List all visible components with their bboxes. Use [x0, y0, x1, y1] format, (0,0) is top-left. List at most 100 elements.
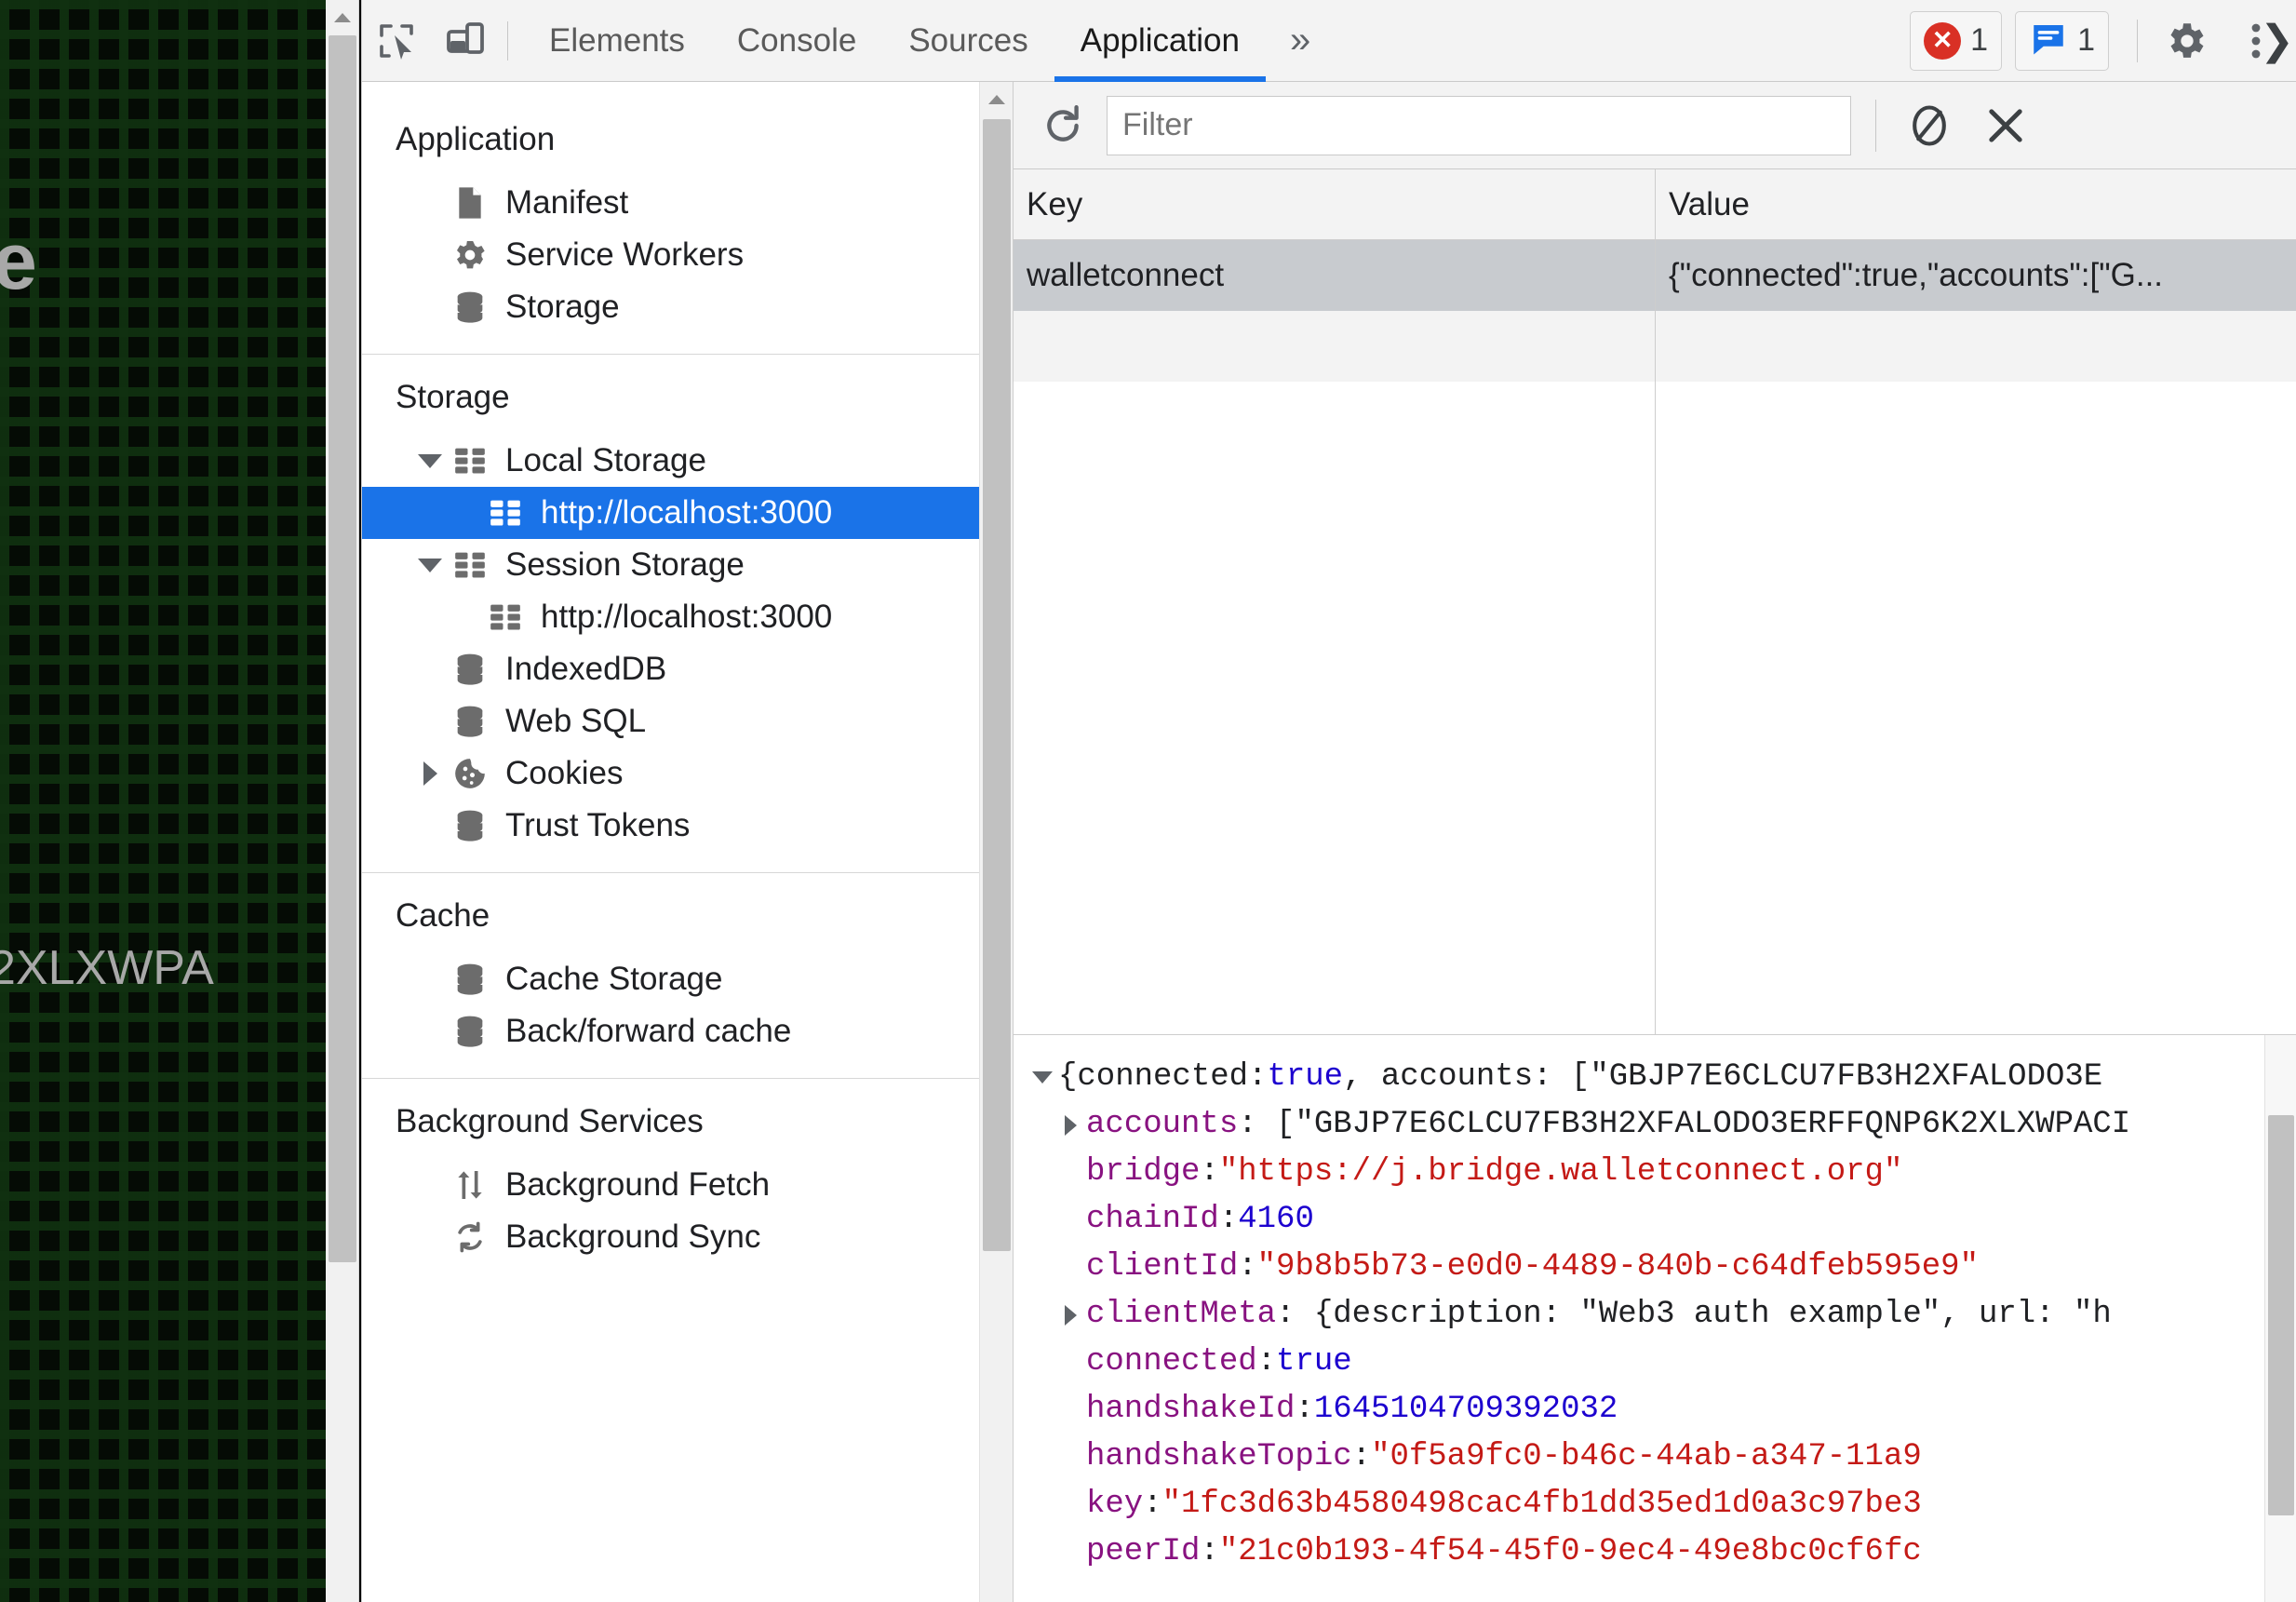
table-row-empty[interactable] [1014, 311, 2296, 382]
section-divider [362, 872, 979, 873]
sidebar-item-manifest[interactable]: Manifest [362, 177, 979, 229]
page-partial-address: 2XLXWPA [0, 941, 214, 995]
collapse-triangle-icon[interactable] [414, 454, 446, 468]
json-preview-line[interactable]: clientMeta: {description: "Web3 auth exa… [1027, 1291, 2296, 1339]
json-preview-line[interactable]: bridge: "https://j.bridge.walletconnect.… [1027, 1149, 2296, 1196]
tab-elements[interactable]: Elements [523, 0, 711, 82]
json-preview-line[interactable]: connected: true [1027, 1339, 2296, 1386]
json-preview-tree: {connected: true, accounts: ["GBJP7E6CLC… [1027, 1054, 2296, 1576]
cookie-icon [450, 753, 490, 794]
sidebar-item-session-storage[interactable]: Session Storage [362, 539, 979, 591]
json-property-name: handshakeId [1086, 1392, 1296, 1427]
table-cell-value[interactable]: {"connected":true,"accounts":["G... [1656, 240, 2296, 311]
sidebar-item-label: Storage [505, 289, 620, 325]
sidebar-item-service-workers[interactable]: Service Workers [362, 229, 979, 281]
json-punctuation: : {description: "Web3 auth example", url… [1276, 1297, 2112, 1332]
json-preview-line[interactable]: peerId: "21c0b193-4f54-45f0-9ec4-49e8bc0… [1027, 1528, 2296, 1576]
preview-scrollbar[interactable] [2264, 1035, 2296, 1602]
json-punctuation: : [1351, 1439, 1372, 1474]
sidebar-scrollbar[interactable] [979, 82, 1013, 1602]
clear-all-circle-slash-icon[interactable] [1897, 93, 1962, 158]
json-string-value: "https://j.bridge.walletconnect.org" [1218, 1154, 1903, 1190]
message-count-badge[interactable]: 1 [2015, 10, 2109, 71]
toolbar-divider [507, 20, 508, 61]
tab-console[interactable]: Console [711, 0, 882, 82]
sidebar-item-cookies[interactable]: Cookies [362, 747, 979, 800]
tab-application[interactable]: Application [1054, 0, 1267, 82]
json-property-name: accounts [1086, 1107, 1239, 1142]
error-count-badge[interactable]: ✕ 1 [1910, 10, 2003, 71]
json-preview-line[interactable]: {connected: true, accounts: ["GBJP7E6CLC… [1027, 1054, 2296, 1101]
json-preview-line[interactable]: handshakeId: 1645104709392032 [1027, 1386, 2296, 1434]
json-property-name: peerId [1086, 1534, 1201, 1569]
collapse-triangle-icon[interactable] [414, 559, 446, 572]
storage-main-panel: Key Value walletconnect{"connected":true… [1014, 82, 2296, 1602]
sidebar-item-back-forward-cache[interactable]: Back/forward cache [362, 1005, 979, 1057]
section-divider [362, 354, 979, 355]
column-header-value[interactable]: Value [1656, 169, 2296, 239]
device-toolbar-icon[interactable] [431, 7, 500, 75]
table-header-row: Key Value [1014, 169, 2296, 240]
json-preview-line[interactable]: handshakeTopic: "0f5a9fc0-b46c-44ab-a347… [1027, 1434, 2296, 1481]
page-scrollbar-thumb[interactable] [329, 35, 356, 1262]
json-punctuation: : [1200, 1154, 1219, 1190]
expand-triangle-icon[interactable] [1054, 1291, 1086, 1339]
json-punctuation: : [1256, 1344, 1277, 1380]
page-scrollbar[interactable] [326, 0, 359, 1602]
json-preview-line[interactable]: key: "1fc3d63b4580498cac4fb1dd35ed1d0a3c… [1027, 1481, 2296, 1528]
json-boolean-value: true [1276, 1344, 1352, 1380]
collapse-triangle-icon[interactable] [1027, 1054, 1058, 1101]
tab-sources[interactable]: Sources [882, 0, 1054, 82]
sidebar-item-trust-tokens[interactable]: Trust Tokens [362, 800, 979, 852]
refresh-icon[interactable] [1030, 93, 1095, 158]
expand-triangle-icon[interactable] [414, 761, 446, 786]
delete-x-icon[interactable] [1973, 93, 2038, 158]
sidebar-item-http-localhost-3000[interactable]: http://localhost:3000 [362, 487, 979, 539]
section-title: Cache [396, 897, 490, 934]
database-icon [450, 805, 490, 846]
sidebar-item-background-fetch[interactable]: Background Fetch [362, 1159, 979, 1211]
background-sync-icon [450, 1217, 490, 1258]
sidebar-item-background-sync[interactable]: Background Sync [362, 1211, 979, 1263]
chevron-right-icon[interactable]: ❯ [2260, 17, 2294, 64]
error-circle-icon: ✕ [1924, 21, 1962, 60]
filter-toolbar-divider [1875, 99, 1876, 152]
table-row[interactable]: walletconnect {"connected":true,"accounts… [1014, 240, 2296, 311]
table-grid-icon [450, 440, 490, 481]
sidebar-item-label: http://localhost:3000 [541, 494, 833, 531]
inspected-page-backdrop: e 2XLXWPA [0, 0, 326, 1602]
database-icon [450, 649, 490, 690]
sidebar-scrollbar-thumb[interactable] [983, 119, 1011, 1251]
sidebar-item-http-localhost-3000[interactable]: http://localhost:3000 [362, 591, 979, 643]
more-tabs-icon[interactable]: » [1266, 20, 1335, 61]
sidebar-item-cache-storage[interactable]: Cache Storage [362, 953, 979, 1005]
message-bubble-icon [2029, 19, 2068, 62]
preview-scrollbar-thumb[interactable] [2268, 1115, 2294, 1515]
json-number-value: 4160 [1238, 1202, 1314, 1237]
sidebar-item-web-sql[interactable]: Web SQL [362, 695, 979, 747]
storage-key-value-table: Key Value walletconnect {"connected":true… [1014, 169, 2296, 1035]
gear-icon[interactable] [2153, 7, 2222, 75]
table-cell-key[interactable]: walletconnect [1014, 240, 1656, 311]
page-scroll-up-arrow-icon[interactable] [326, 0, 359, 34]
sidebar-item-local-storage[interactable]: Local Storage [362, 435, 979, 487]
json-punctuation: : [1295, 1392, 1314, 1427]
json-property-name: bridge [1086, 1154, 1201, 1190]
column-header-key[interactable]: Key [1014, 169, 1656, 239]
sidebar-scroll-up-arrow-icon[interactable] [980, 82, 1014, 115]
sidebar-item-label: Web SQL [505, 703, 647, 739]
sidebar-item-storage[interactable]: Storage [362, 281, 979, 333]
json-preview-line[interactable]: clientId: "9b8b5b73-e0d0-4489-840b-c64df… [1027, 1244, 2296, 1291]
section-title: Storage [396, 379, 510, 415]
inspect-cursor-icon[interactable] [362, 7, 431, 75]
json-preview-line[interactable]: chainId: 4160 [1027, 1196, 2296, 1244]
json-preview-line[interactable]: accounts: ["GBJP7E6CLCU7FB3H2XFALODO3ERF… [1027, 1101, 2296, 1149]
expand-triangle-icon[interactable] [1054, 1101, 1086, 1149]
filter-input[interactable] [1107, 95, 1851, 155]
database-icon [450, 701, 490, 742]
sidebar-item-indexeddb[interactable]: IndexedDB [362, 643, 979, 695]
